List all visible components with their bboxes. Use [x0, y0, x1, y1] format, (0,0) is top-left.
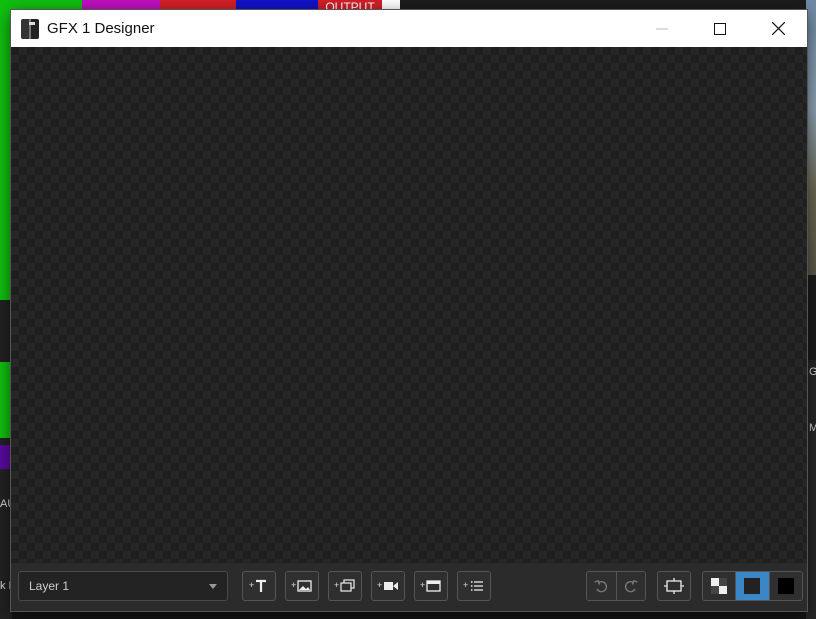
- fit-canvas-icon: [664, 578, 684, 594]
- svg-text:+: +: [291, 580, 296, 590]
- add-video-button[interactable]: +: [371, 571, 405, 601]
- background-mode-toggle: [702, 571, 803, 601]
- close-button[interactable]: [749, 10, 807, 47]
- designer-toolbar: Layer 1 + + + + + +: [11, 563, 807, 611]
- add-list-button[interactable]: +: [457, 571, 491, 601]
- black-square-icon: [777, 578, 794, 594]
- add-window-icon: +: [420, 580, 441, 592]
- minimize-button[interactable]: [633, 10, 691, 47]
- bg-mode-checker-button[interactable]: [703, 572, 736, 600]
- svg-text:+: +: [463, 580, 468, 590]
- minimize-icon: [656, 28, 668, 29]
- add-video-icon: +: [377, 580, 398, 590]
- add-window-button[interactable]: +: [414, 571, 448, 601]
- chevron-down-icon: [209, 584, 217, 589]
- dark-square-icon: [744, 578, 761, 594]
- title-bar[interactable]: GFX 1 Designer: [11, 10, 807, 47]
- add-list-icon: +: [463, 580, 483, 591]
- background-preview-strip: [806, 0, 816, 275]
- history-group: [586, 571, 646, 601]
- layer-select[interactable]: Layer 1: [18, 571, 228, 601]
- bg-mode-black-button[interactable]: [768, 572, 802, 600]
- output-tab[interactable]: OUTPUT: [318, 0, 382, 10]
- add-text-icon: +: [249, 579, 266, 592]
- bg-mode-dark-button[interactable]: [735, 572, 769, 600]
- fit-canvas-button[interactable]: [657, 571, 691, 601]
- maximize-icon: [714, 22, 726, 35]
- undo-icon: [594, 579, 608, 593]
- background-right-panel: G M: [806, 360, 816, 619]
- add-text-button[interactable]: +: [242, 571, 276, 601]
- add-image-button[interactable]: +: [285, 571, 319, 601]
- svg-text:+: +: [249, 580, 254, 590]
- svg-text:+: +: [420, 580, 425, 590]
- add-slideshow-button[interactable]: +: [328, 571, 362, 601]
- svg-text:+: +: [334, 580, 339, 590]
- gfx-designer-window: GFX 1 Designer Layer 1 + + + + + +: [11, 10, 807, 611]
- add-image-icon: +: [291, 580, 312, 592]
- design-canvas[interactable]: [11, 47, 807, 563]
- redo-button[interactable]: [615, 572, 645, 600]
- background-label: M: [809, 422, 816, 434]
- undo-button[interactable]: [587, 572, 616, 600]
- window-controls: [633, 10, 807, 47]
- layer-select-value: Layer 1: [29, 579, 70, 593]
- checker-icon: [711, 578, 728, 594]
- redo-icon: [624, 579, 638, 593]
- close-icon: [771, 22, 785, 35]
- app-icon: [21, 18, 39, 39]
- background-label: G: [809, 366, 816, 378]
- window-title: GFX 1 Designer: [47, 20, 155, 37]
- maximize-button[interactable]: [691, 10, 749, 47]
- svg-text:+: +: [377, 580, 382, 590]
- add-slideshow-icon: +: [334, 579, 355, 592]
